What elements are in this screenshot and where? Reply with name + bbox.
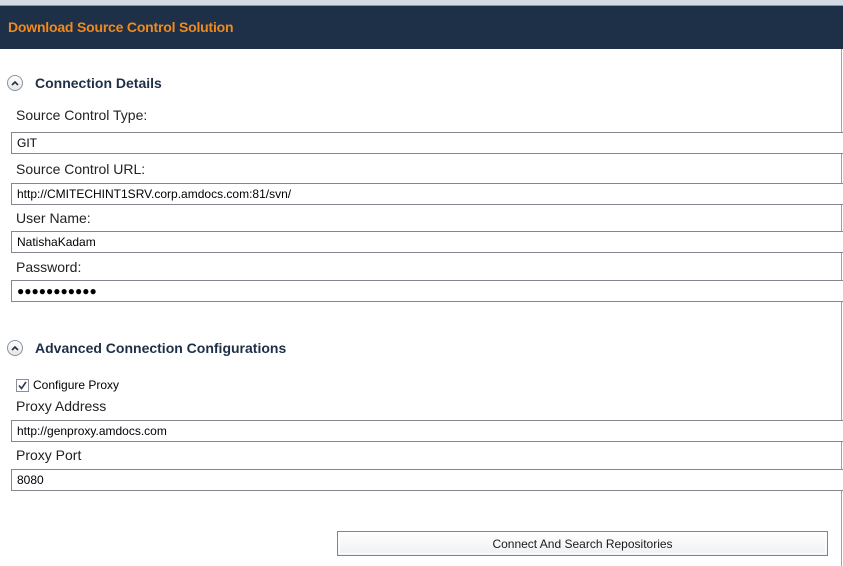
- connect-and-search-label: Connect And Search Repositories: [492, 536, 673, 551]
- source-control-type-label: Source Control Type:: [16, 107, 148, 123]
- download-source-control-page: Download Source Control Solution Connect…: [0, 0, 843, 566]
- proxy-address-field[interactable]: http://genproxy.amdocs.com: [11, 420, 843, 442]
- connection-details-collapse-button[interactable]: [7, 75, 23, 91]
- user-name-label: User Name:: [16, 210, 91, 226]
- advanced-config-collapse-button[interactable]: [7, 340, 23, 356]
- connect-and-search-button[interactable]: Connect And Search Repositories: [337, 531, 828, 556]
- advanced-config-title: Advanced Connection Configurations: [35, 340, 287, 356]
- window-header: Download Source Control Solution: [0, 6, 843, 49]
- connection-details-header: Connection Details: [7, 73, 162, 93]
- configure-proxy-checkbox[interactable]: [16, 378, 29, 392]
- password-field[interactable]: ●●●●●●●●●●●: [11, 280, 843, 302]
- user-name-field[interactable]: NatishaKadam: [11, 231, 843, 253]
- proxy-address-label: Proxy Address: [16, 398, 107, 414]
- proxy-port-field[interactable]: 8080: [11, 469, 843, 491]
- proxy-port-label: Proxy Port: [16, 447, 82, 463]
- checkmark-icon: [18, 381, 27, 390]
- source-control-url-label: Source Control URL:: [16, 161, 146, 177]
- configure-proxy-row: Configure Proxy: [16, 378, 119, 392]
- configure-proxy-label[interactable]: Configure Proxy: [33, 378, 119, 392]
- advanced-config-header: Advanced Connection Configurations: [7, 338, 286, 358]
- chevron-up-icon: [11, 80, 19, 86]
- connection-details-title: Connection Details: [35, 75, 162, 91]
- source-control-url-field[interactable]: http://CMITECHINT1SRV.corp.amdocs.com:81…: [11, 183, 843, 205]
- chevron-up-icon: [11, 345, 19, 351]
- window-title: Download Source Control Solution: [8, 19, 234, 35]
- source-control-type-field[interactable]: GIT: [11, 132, 843, 154]
- password-label: Password:: [16, 259, 82, 275]
